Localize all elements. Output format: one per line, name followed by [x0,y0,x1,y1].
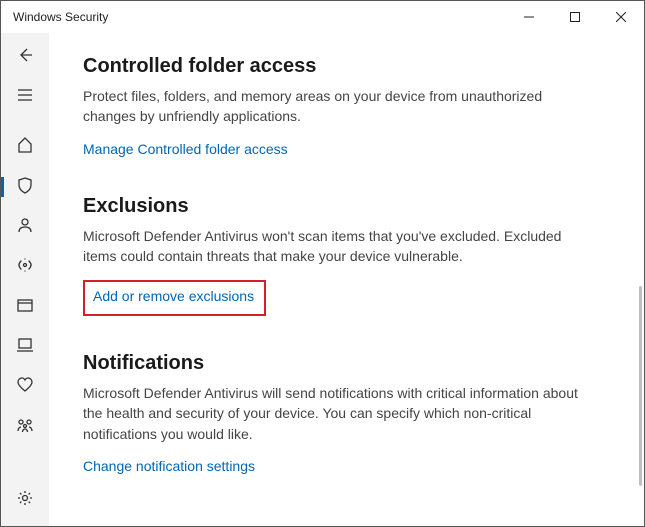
exclusions-heading: Exclusions [83,195,610,218]
sidebar-item-home[interactable] [1,127,49,167]
section-controlled-folder-access: Controlled folder access Protect files, … [83,55,610,159]
exclusions-description: Microsoft Defender Antivirus won't scan … [83,226,583,267]
gear-icon [16,489,34,512]
close-button[interactable] [598,1,644,33]
maximize-button[interactable] [552,1,598,33]
cfa-heading: Controlled folder access [83,55,610,78]
back-button[interactable] [1,37,49,77]
highlight-annotation: Add or remove exclusions [83,280,266,316]
sidebar-item-firewall[interactable] [1,247,49,287]
sidebar-item-settings[interactable] [1,480,49,520]
scrollbar-thumb[interactable] [639,286,642,486]
heart-icon [16,376,34,399]
minimize-button[interactable] [506,1,552,33]
hamburger-icon [16,86,34,109]
home-icon [16,136,34,159]
account-icon [16,216,34,239]
content-area: Controlled folder access Protect files, … [49,33,644,526]
family-icon [16,416,34,439]
sidebar-item-app-browser[interactable] [1,287,49,327]
notifications-description: Microsoft Defender Antivirus will send n… [83,383,583,444]
app-control-icon [16,296,34,319]
sidebar [1,33,49,526]
cfa-description: Protect files, folders, and memory areas… [83,86,583,127]
notifications-heading: Notifications [83,352,610,375]
device-icon [16,336,34,359]
title-bar: Windows Security [1,1,644,33]
sidebar-item-device-security[interactable] [1,327,49,367]
sidebar-item-family[interactable] [1,407,49,447]
window-title: Windows Security [13,10,108,24]
section-notifications: Notifications Microsoft Defender Antivir… [83,352,610,476]
sidebar-item-account[interactable] [1,207,49,247]
change-notification-settings-link[interactable]: Change notification settings [83,458,255,474]
menu-button[interactable] [1,77,49,117]
shield-icon [16,176,34,199]
add-remove-exclusions-link[interactable]: Add or remove exclusions [93,288,254,304]
sidebar-item-virus-protection[interactable] [1,167,49,207]
sidebar-item-device-health[interactable] [1,367,49,407]
network-icon [16,256,34,279]
arrow-left-icon [17,47,33,68]
manage-cfa-link[interactable]: Manage Controlled folder access [83,141,288,157]
section-exclusions: Exclusions Microsoft Defender Antivirus … [83,195,610,317]
